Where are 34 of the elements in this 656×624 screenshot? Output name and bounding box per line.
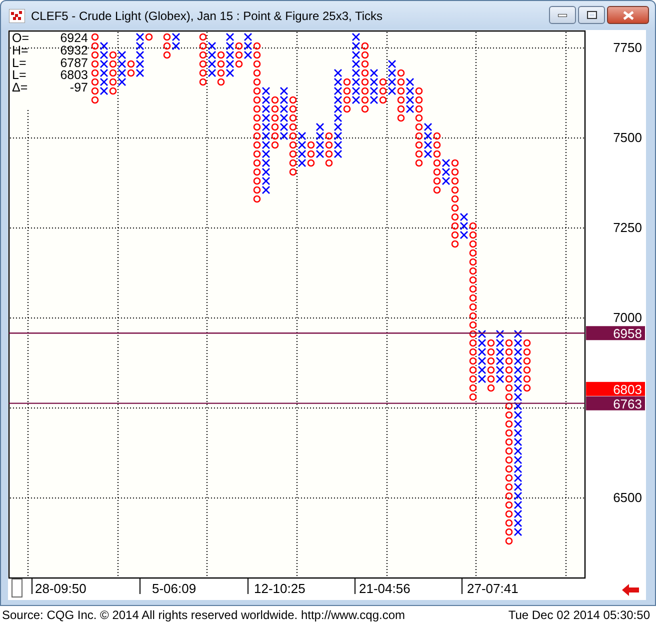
stat-value: 6803 <box>60 68 88 82</box>
level-price-tag: 6763 <box>586 396 645 412</box>
time-axis-label: 5-06:09 <box>152 581 196 596</box>
stat-value: 6787 <box>60 56 88 70</box>
time-axis-label: 21-04:56 <box>359 581 410 596</box>
source-text: Source: CQG Inc. © 2014 All rights reserved worldwide. http://www.cqg.com <box>2 608 406 622</box>
time-axis-label: 27-07:41 <box>467 581 518 596</box>
close-icon <box>622 10 634 20</box>
maximize-icon <box>586 11 596 19</box>
stat-label: Δ= <box>12 80 28 95</box>
close-button[interactable] <box>607 6 649 24</box>
stat-value: 6932 <box>60 43 88 58</box>
timestamp: Tue Dec 02 2014 05:30:50 <box>508 608 650 622</box>
stat-label: L= <box>12 56 26 70</box>
time-axis-label: 28-09:50 <box>35 581 86 596</box>
stat-value: -97 <box>70 80 88 95</box>
window-title: CLEF5 - Crude Light (Globex), Jan 15 : Point & Figure 25x3, Ticks <box>31 8 384 22</box>
scroll-box[interactable] <box>12 578 22 598</box>
price-axis-label: 6500 <box>613 490 642 505</box>
price-axis-label: 7000 <box>613 310 642 325</box>
app-icon <box>9 8 25 22</box>
stat-label: L= <box>12 68 26 82</box>
level-price-tag: 6958 <box>586 326 645 342</box>
minimize-icon <box>558 14 567 16</box>
stat-label: O= <box>12 31 30 45</box>
minimize-button[interactable] <box>549 6 576 24</box>
price-axis-label: 7500 <box>613 130 642 145</box>
maximize-button[interactable] <box>578 6 605 24</box>
stat-value: 6924 <box>60 31 88 45</box>
price-axis-label: 7250 <box>613 220 642 235</box>
time-axis-label: 12-10:25 <box>254 581 306 596</box>
last-price-tag: 6803 <box>586 382 645 397</box>
price-axis-label: 7750 <box>613 40 642 55</box>
left-arrow-icon[interactable] <box>622 584 639 596</box>
